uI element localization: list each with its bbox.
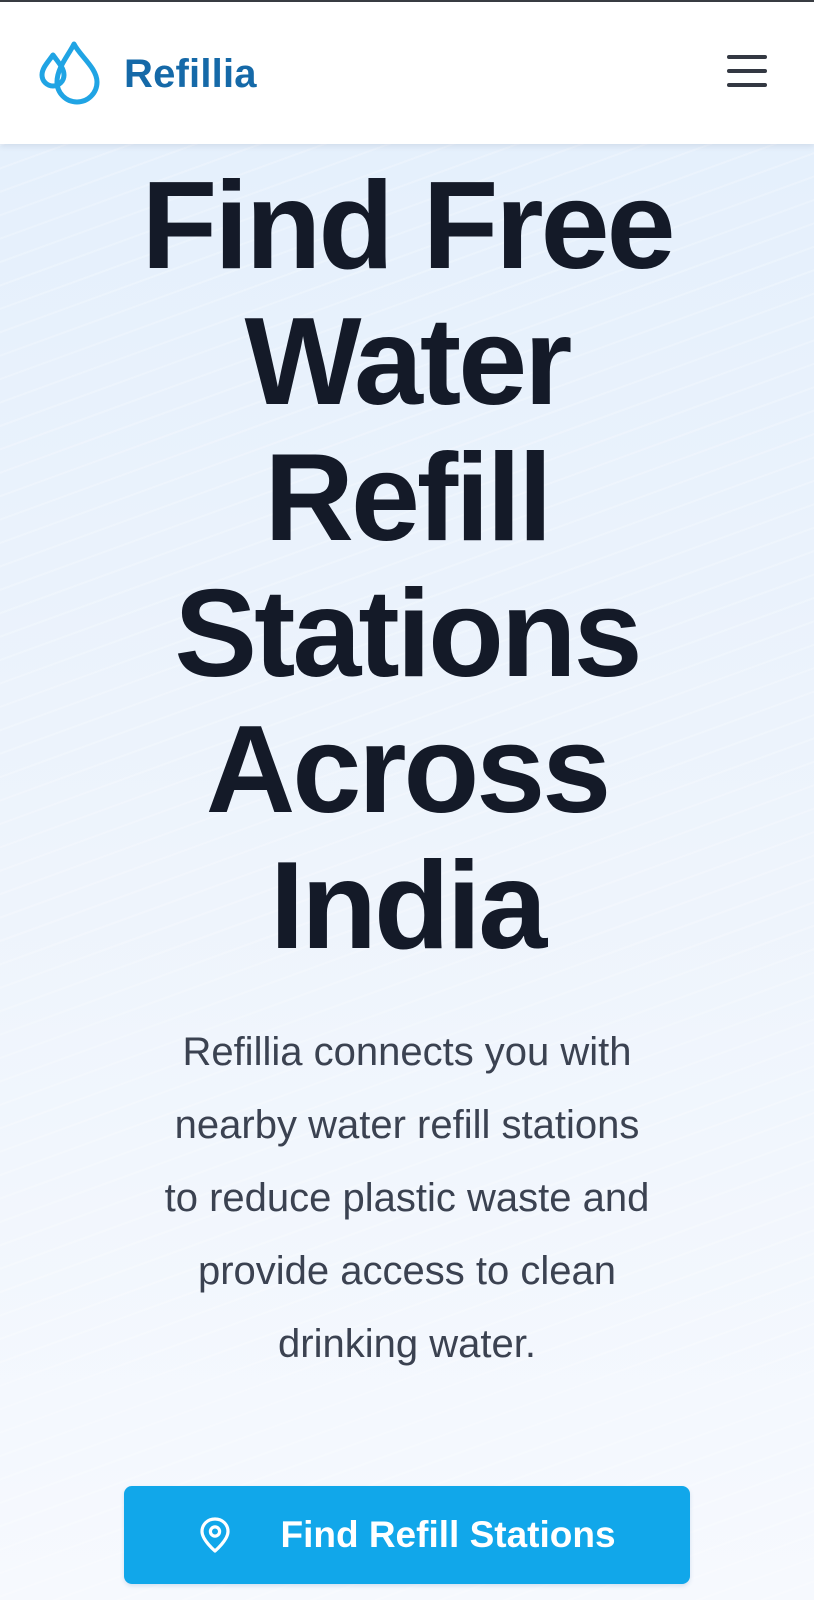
find-refill-stations-button[interactable]: Find Refill Stations: [124, 1486, 690, 1584]
description-line: provide access to clean: [197, 1249, 616, 1293]
description-line: drinking water.: [278, 1322, 536, 1366]
menu-button[interactable]: [722, 50, 772, 94]
hero-headline: Find Free Water Refill Stations Across I…: [40, 158, 774, 974]
headline-line: Stations: [174, 565, 642, 703]
cta-label: Find Refill Stations: [280, 1514, 616, 1555]
hero-section: Find Free Water Refill Stations Across I…: [0, 144, 814, 1600]
brand-name: Refillia: [124, 51, 257, 96]
description-line: Refillia connects you with: [182, 1030, 632, 1074]
description-line: nearby water refill stations: [174, 1103, 640, 1147]
headline-line: Find Free: [141, 157, 675, 295]
headline-line: India: [269, 837, 547, 975]
hamburger-menu-icon: [725, 53, 769, 92]
brand-logo[interactable]: Refillia: [38, 38, 257, 110]
headline-line: Water: [244, 293, 573, 431]
hero-description: Refillia connects you with nearby water …: [107, 1016, 707, 1381]
headline-line: Across: [205, 701, 611, 839]
map-pin-icon: [198, 1516, 280, 1554]
water-drops-icon: [38, 38, 104, 110]
description-line: to reduce plastic waste and: [164, 1176, 650, 1220]
site-header: Refillia: [0, 2, 814, 144]
headline-line: Refill: [264, 429, 552, 567]
